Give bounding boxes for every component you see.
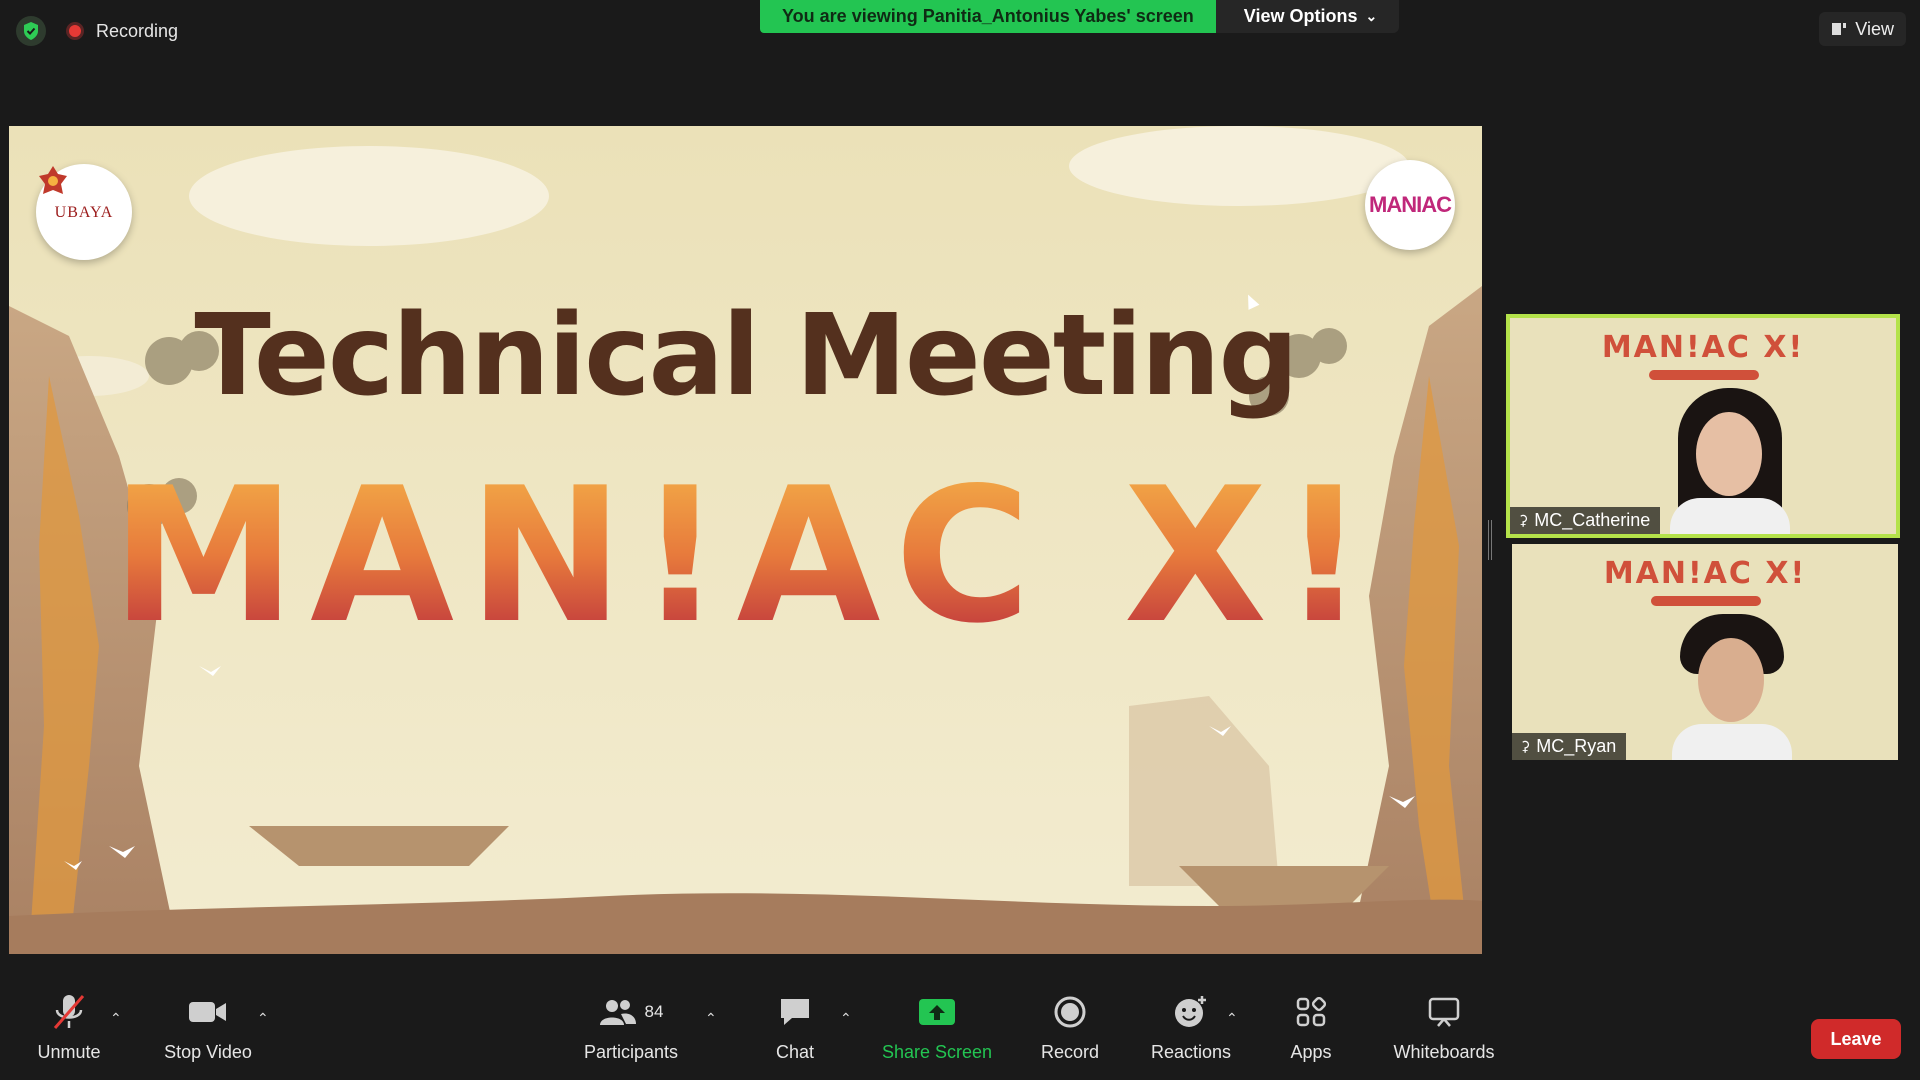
- recording-label: Recording: [96, 20, 179, 41]
- whiteboards-button[interactable]: Whiteboards: [1390, 990, 1498, 1063]
- view-label: View: [1855, 18, 1894, 39]
- view-options-button[interactable]: View Options ⌄: [1215, 0, 1400, 33]
- participant-video: [1670, 388, 1790, 534]
- participants-icon: [599, 1000, 636, 1025]
- maniac-logo: MANIAC: [1365, 160, 1455, 250]
- record-label: Record: [1040, 1042, 1100, 1062]
- event-name: MAN!AC X!: [9, 444, 1482, 667]
- participants-options-chevron-icon[interactable]: ⌃: [705, 1010, 717, 1027]
- video-options-chevron-icon[interactable]: ⌃: [257, 1010, 269, 1027]
- shared-screen: UBAYA MANIAC Technical Meeting MAN!AC X!: [9, 126, 1482, 954]
- apps-grid-icon: [1296, 990, 1326, 1034]
- ubaya-logo-text: UBAYA: [54, 204, 114, 221]
- share-screen-icon: [918, 990, 956, 1034]
- recording-indicator[interactable]: Recording: [66, 16, 178, 46]
- muted-mic-icon: ⚳: [1520, 738, 1531, 754]
- maniac-logo-text: MANIAC: [1369, 192, 1452, 217]
- tile-banner-ribbon: [1649, 370, 1759, 380]
- panel-resize-handle[interactable]: [1488, 520, 1492, 560]
- tile-banner-text: MAN!AC X!: [1601, 330, 1805, 365]
- apps-button[interactable]: Apps: [1286, 990, 1336, 1063]
- video-camera-icon: [188, 990, 228, 1034]
- reactions-label: Reactions: [1150, 1042, 1232, 1062]
- whiteboards-label: Whiteboards: [1393, 1042, 1495, 1062]
- share-screen-button[interactable]: Share Screen: [880, 990, 994, 1063]
- participants-count: 84: [644, 1002, 664, 1021]
- view-layout-icon: [1832, 23, 1847, 35]
- record-icon: [1054, 990, 1086, 1034]
- reactions-options-chevron-icon[interactable]: ⌃: [1226, 1010, 1238, 1027]
- recording-dot-icon: [66, 22, 84, 40]
- unmute-label: Unmute: [37, 1042, 101, 1062]
- participants-label: Participants: [583, 1042, 679, 1062]
- participant-name-tag: ⚳ MC_Catherine: [1510, 507, 1661, 534]
- participant-video: [1672, 614, 1792, 760]
- chat-options-chevron-icon[interactable]: ⌃: [840, 1010, 852, 1027]
- record-button[interactable]: Record: [1037, 990, 1103, 1063]
- chat-bubble-icon: [778, 990, 812, 1034]
- screen-share-banner: You are viewing Panitia_Antonius Yabes' …: [760, 0, 1400, 33]
- smiley-face-icon: [1173, 990, 1209, 1034]
- muted-mic-icon: ⚳: [1518, 512, 1529, 528]
- participant-name-tag: ⚳ MC_Ryan: [1512, 733, 1627, 760]
- chat-label: Chat: [775, 1042, 815, 1062]
- reactions-button[interactable]: Reactions: [1148, 990, 1234, 1063]
- ubaya-emblem-icon: [39, 166, 67, 194]
- microphone-muted-icon: [52, 990, 86, 1034]
- participant-tile[interactable]: MAN!AC X! ⚳ MC_Catherine: [1506, 314, 1900, 538]
- leave-button[interactable]: Leave: [1811, 1019, 1901, 1059]
- stop-video-label: Stop Video: [164, 1042, 252, 1062]
- view-button[interactable]: View: [1819, 12, 1906, 46]
- viewing-screen-text: You are viewing Panitia_Antonius Yabes' …: [760, 0, 1216, 33]
- apps-label: Apps: [1290, 1042, 1332, 1062]
- participant-name: MC_Ryan: [1536, 736, 1617, 756]
- stop-video-button[interactable]: Stop Video: [160, 990, 256, 1063]
- whiteboard-icon: [1428, 990, 1460, 1034]
- slide-title: Technical Meeting: [194, 291, 1298, 421]
- meeting-toolbar: Unmute ⌃ Stop Video ⌃ 84 Participants ⌃ …: [0, 990, 1920, 1080]
- ubaya-logo: UBAYA: [36, 164, 132, 260]
- participant-name: MC_Catherine: [1534, 510, 1651, 530]
- zoom-meeting-window: Recording You are viewing Panitia_Antoni…: [0, 0, 1920, 1080]
- security-shield-icon[interactable]: [16, 16, 46, 46]
- participants-icon-group: 84: [599, 990, 664, 1034]
- chat-button[interactable]: Chat: [770, 990, 820, 1063]
- participant-tile[interactable]: MAN!AC X! ⚳ MC_Ryan: [1512, 544, 1898, 760]
- chevron-down-icon: ⌄: [1365, 8, 1378, 24]
- tile-banner-text: MAN!AC X!: [1603, 556, 1807, 591]
- view-options-label: View Options: [1243, 6, 1358, 26]
- unmute-button[interactable]: Unmute: [30, 990, 108, 1063]
- participants-button[interactable]: 84 Participants: [580, 990, 682, 1063]
- audio-options-chevron-icon[interactable]: ⌃: [110, 1010, 122, 1027]
- tile-banner-ribbon: [1651, 596, 1761, 606]
- share-screen-label: Share Screen: [881, 1042, 993, 1062]
